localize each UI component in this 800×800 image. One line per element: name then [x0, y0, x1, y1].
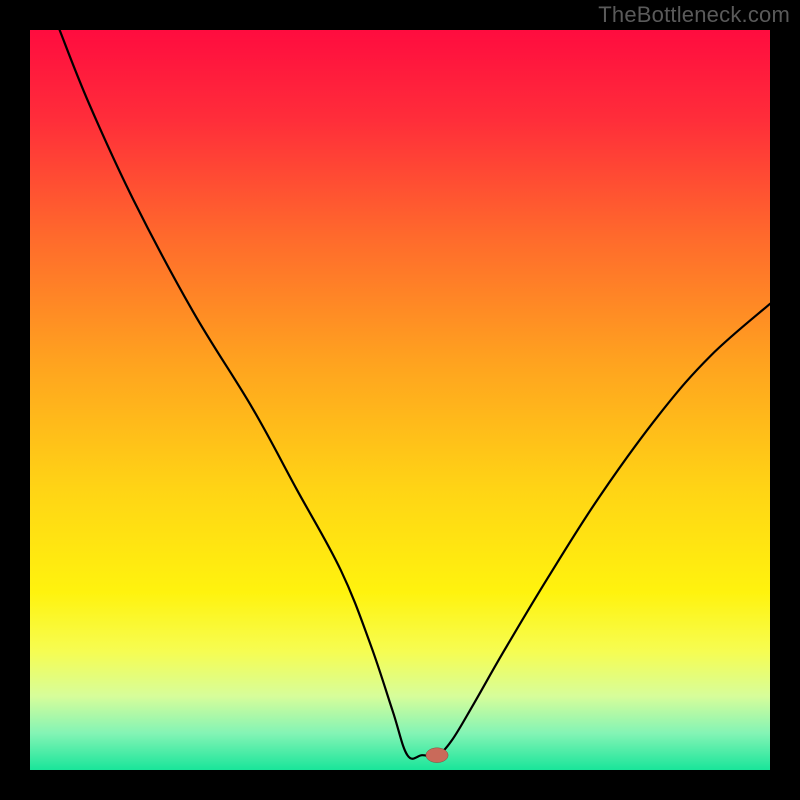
watermark-text: TheBottleneck.com	[598, 2, 790, 28]
chart-frame: TheBottleneck.com	[0, 0, 800, 800]
gradient-rect	[30, 30, 770, 770]
minimum-marker	[426, 748, 448, 763]
chart-svg	[30, 30, 770, 770]
plot-area	[30, 30, 770, 770]
